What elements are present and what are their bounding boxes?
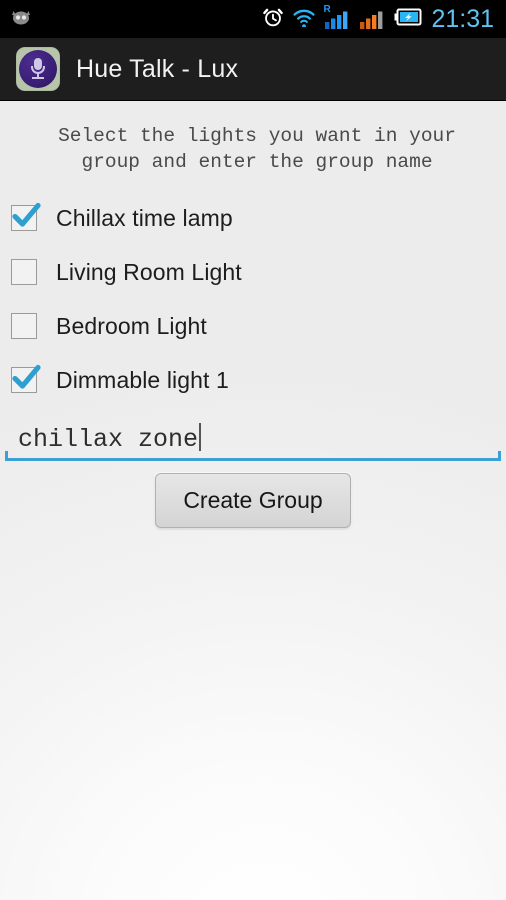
app-icon-circle — [19, 50, 57, 88]
checkbox-living-room-light[interactable] — [11, 259, 37, 285]
status-bar-notifications — [0, 8, 262, 31]
light-list-item[interactable]: Bedroom Light — [0, 299, 506, 353]
check-mark-icon — [9, 200, 43, 232]
alarm-clock-icon — [262, 6, 284, 33]
check-mark-icon — [9, 362, 43, 394]
instructions-text: Select the lights you want in your group… — [0, 101, 506, 175]
cellular-signal-secondary-icon — [359, 8, 387, 30]
group-name-input[interactable]: chillax zone — [0, 419, 506, 461]
phone-screen: R 21:31 Hue Talk - Lux Select the lights… — [0, 0, 506, 900]
light-label: Bedroom Light — [56, 312, 207, 339]
roaming-indicator-label: R — [323, 4, 331, 15]
notification-robot-icon — [10, 8, 32, 31]
light-list-item[interactable]: Chillax time lamp — [0, 191, 506, 245]
checkbox-dimmable-light-1[interactable] — [11, 364, 41, 393]
microphone-app-icon[interactable] — [16, 47, 60, 91]
main-content: Select the lights you want in your group… — [0, 101, 506, 900]
group-name-input-text: chillax zone — [18, 425, 199, 454]
light-label: Dimmable light 1 — [56, 366, 229, 393]
checkbox-chillax-time-lamp[interactable] — [11, 202, 41, 231]
wifi-icon — [291, 7, 317, 32]
app-title-bar: Hue Talk - Lux — [0, 38, 506, 101]
light-list-item[interactable]: Dimmable light 1 — [0, 353, 506, 407]
instructions-line-1: Select the lights you want in your — [58, 125, 456, 147]
input-underline-tick-right — [498, 451, 501, 461]
light-checkbox-list: Chillax time lamp Living Room Light Bedr… — [0, 191, 506, 407]
microphone-glyph — [29, 58, 47, 80]
text-cursor — [199, 423, 202, 451]
status-bar-clock: 21:31 — [431, 4, 494, 33]
page-title: Hue Talk - Lux — [76, 54, 239, 83]
light-list-item[interactable]: Living Room Light — [0, 245, 506, 299]
light-label: Chillax time lamp — [56, 204, 233, 231]
cellular-signal-icon: R — [323, 4, 352, 30]
create-group-button[interactable]: Create Group — [155, 473, 351, 528]
light-label: Living Room Light — [56, 258, 242, 285]
button-row: Create Group — [0, 473, 506, 528]
instructions-line-2: group and enter the group name — [81, 151, 433, 173]
checkbox-bedroom-light[interactable] — [11, 313, 37, 339]
status-bar-system-icons: R 21:31 — [262, 5, 506, 34]
status-bar: R 21:31 — [0, 0, 506, 38]
input-underline — [5, 458, 501, 461]
battery-charging-icon — [394, 7, 422, 32]
group-name-input-value: chillax zone — [18, 423, 202, 454]
